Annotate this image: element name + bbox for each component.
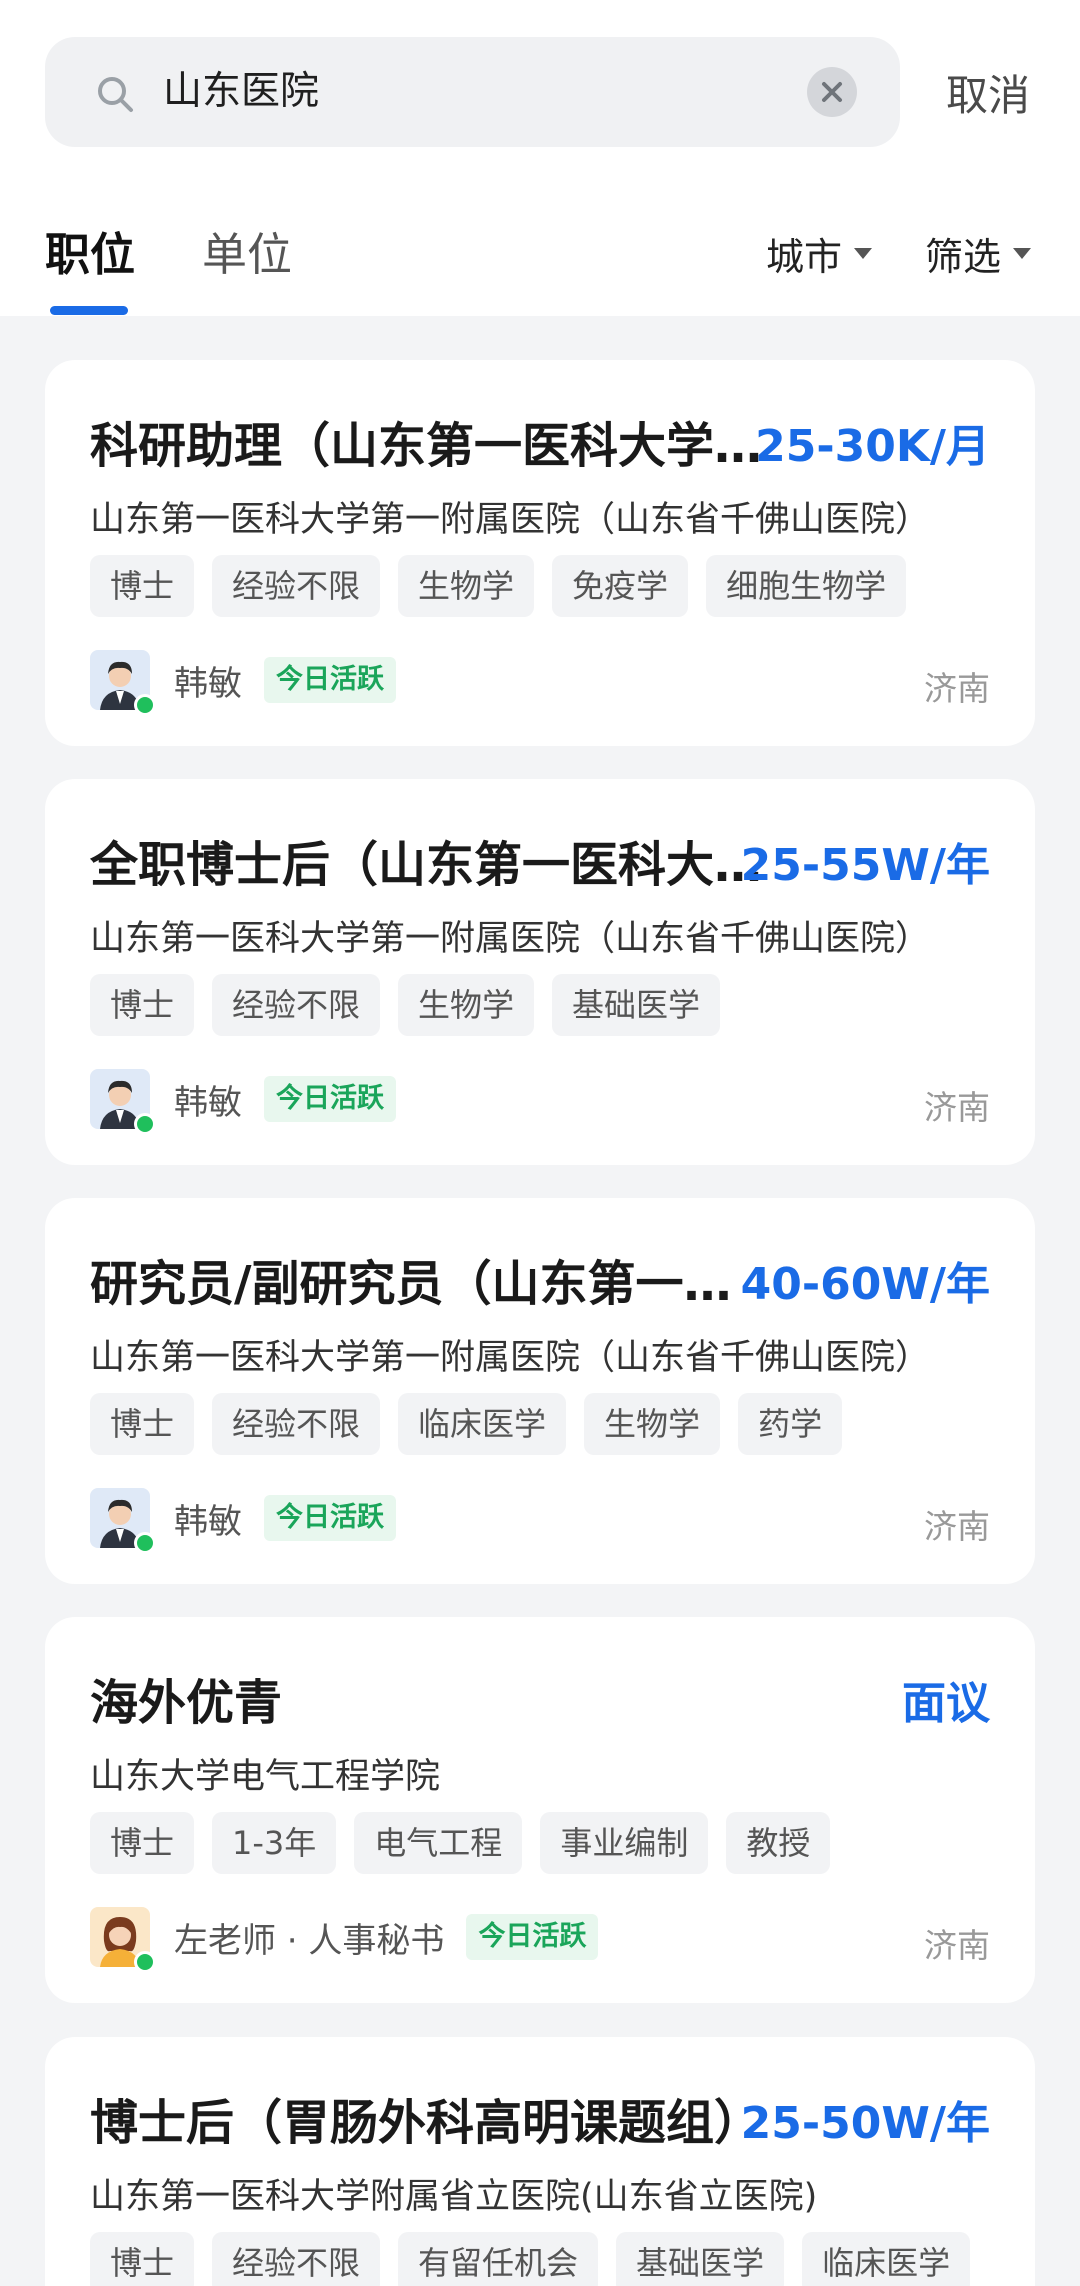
job-tag: 有留任机会 — [398, 2232, 599, 2286]
job-tags: 博士 经验不限 生物学 基础医学 — [90, 974, 721, 1036]
job-organization: 山东第一医科大学附属省立医院(山东省立医院) — [90, 2177, 818, 2217]
job-organization: 山东大学电气工程学院 — [90, 1757, 441, 1797]
search-bar[interactable]: 山东医院 — [45, 37, 900, 147]
job-tag: 临床医学 — [802, 2232, 971, 2286]
online-status-dot — [134, 1951, 156, 1973]
job-tag: 电气工程 — [354, 1812, 523, 1874]
job-salary: 25-55W/年 — [740, 840, 990, 891]
job-tag: 博士 — [90, 1393, 195, 1455]
tab-organizations[interactable]: 单位 — [202, 218, 292, 283]
caret-down-icon — [1013, 248, 1032, 259]
job-city: 济南 — [924, 1088, 990, 1127]
job-tag: 教授 — [726, 1812, 831, 1874]
job-tag: 经验不限 — [212, 974, 381, 1036]
cancel-button[interactable]: 取消 — [946, 62, 1030, 123]
job-organization: 山东第一医科大学第一附属医院（山东省千佛山医院） — [90, 1338, 931, 1378]
job-salary: 40-60W/年 — [740, 1259, 990, 1310]
job-card[interactable]: 海外优青 面议 山东大学电气工程学院 博士 1-3年 电气工程 事业编制 教授 … — [45, 1617, 1035, 2003]
job-city: 济南 — [924, 1926, 990, 1965]
job-card[interactable]: 全职博士后（山东第一医科大学第一附属医院） 25-55W/年 山东第一医科大学第… — [45, 779, 1035, 1165]
job-city: 济南 — [924, 669, 990, 708]
clear-search-button[interactable] — [807, 67, 857, 117]
job-tags: 博士 经验不限 生物学 免疫学 细胞生物学 — [90, 555, 907, 617]
filter-label: 筛选 — [925, 235, 1002, 279]
job-card[interactable]: 科研助理（山东第一医科大学第一附属医院） 25-30K/月 山东第一医科大学第一… — [45, 360, 1035, 746]
job-tag: 博士 — [90, 974, 195, 1036]
active-today-badge: 今日活跃 — [466, 1914, 599, 1960]
job-salary: 面议 — [902, 1678, 990, 1729]
city-filter-dropdown[interactable]: 城市 — [766, 226, 873, 281]
job-title: 研究员/副研究员（山东第一医科大学第一附属医院） — [90, 1256, 770, 1312]
search-icon — [98, 77, 133, 112]
job-title: 全职博士后（山东第一医科大学第一附属医院） — [90, 837, 770, 893]
search-input[interactable]: 山东医院 — [163, 37, 319, 147]
recruiter-name: 韩敏 — [174, 663, 242, 704]
job-tag: 临床医学 — [398, 1393, 567, 1455]
tab-jobs[interactable]: 职位 — [45, 218, 135, 283]
job-tag: 事业编制 — [540, 1812, 709, 1874]
job-tag: 生物学 — [398, 974, 535, 1036]
job-tag: 细胞生物学 — [706, 555, 907, 617]
job-salary: 25-50W/年 — [740, 2098, 990, 2149]
search-header: 山东医院 取消 职位 单位 城市 筛选 — [0, 0, 1080, 316]
job-tag: 基础医学 — [552, 974, 721, 1036]
job-tag: 博士 — [90, 2232, 195, 2286]
online-status-dot — [134, 1113, 156, 1135]
active-tab-indicator — [50, 306, 128, 315]
job-tag: 基础医学 — [616, 2232, 785, 2286]
job-tags: 博士 经验不限 临床医学 生物学 药学 — [90, 1393, 843, 1455]
male-avatar-icon — [90, 650, 156, 716]
job-tags: 博士 经验不限 有留任机会 基础医学 临床医学 — [90, 2232, 971, 2286]
online-status-dot — [134, 694, 156, 716]
recruiter-info: 韩敏 今日活跃 — [90, 1487, 396, 1554]
active-today-badge: 今日活跃 — [264, 1495, 396, 1541]
recruiter-name: 韩敏 — [174, 1501, 242, 1542]
recruiter-info: 左老师 · 人事秘书 今日活跃 — [90, 1906, 599, 1973]
online-status-dot — [134, 1532, 156, 1554]
job-salary: 25-30K/月 — [755, 421, 990, 472]
job-tag: 1-3年 — [212, 1812, 337, 1874]
job-tag: 生物学 — [584, 1393, 721, 1455]
job-title: 科研助理（山东第一医科大学第一附属医院） — [90, 418, 770, 474]
job-organization: 山东第一医科大学第一附属医院（山东省千佛山医院） — [90, 919, 931, 959]
job-tag: 经验不限 — [212, 2232, 381, 2286]
recruiter-name: 韩敏 — [174, 1082, 242, 1123]
job-tag: 经验不限 — [212, 1393, 381, 1455]
recruiter-info: 韩敏 今日活跃 — [90, 649, 396, 716]
job-tag: 生物学 — [398, 555, 535, 617]
active-today-badge: 今日活跃 — [264, 1076, 396, 1122]
male-avatar-icon — [90, 1069, 156, 1135]
male-avatar-icon — [90, 1488, 156, 1554]
recruiter-name: 左老师 · 人事秘书 — [174, 1920, 445, 1961]
job-tag: 博士 — [90, 555, 195, 617]
job-city: 济南 — [924, 1507, 990, 1546]
job-title: 博士后（胃肠外科高明课题组） — [90, 2095, 763, 2151]
close-icon — [822, 82, 842, 102]
job-title: 海外优青 — [90, 1675, 283, 1731]
job-tag: 免疫学 — [552, 555, 689, 617]
job-card[interactable]: 研究员/副研究员（山东第一医科大学第一附属医院） 40-60W/年 山东第一医科… — [45, 1198, 1035, 1584]
active-today-badge: 今日活跃 — [264, 657, 396, 703]
job-tag: 博士 — [90, 1812, 195, 1874]
job-tags: 博士 1-3年 电气工程 事业编制 教授 — [90, 1812, 831, 1874]
job-organization: 山东第一医科大学第一附属医院（山东省千佛山医院） — [90, 500, 931, 540]
job-card[interactable]: 博士后（胃肠外科高明课题组） 25-50W/年 山东第一医科大学附属省立医院(山… — [45, 2037, 1035, 2286]
female-avatar-icon — [90, 1907, 156, 1973]
job-tag: 药学 — [738, 1393, 843, 1455]
filter-dropdown[interactable]: 筛选 — [925, 226, 1032, 281]
job-tag: 经验不限 — [212, 555, 381, 617]
caret-down-icon — [854, 248, 873, 259]
city-filter-label: 城市 — [766, 235, 843, 279]
recruiter-info: 韩敏 今日活跃 — [90, 1068, 396, 1135]
